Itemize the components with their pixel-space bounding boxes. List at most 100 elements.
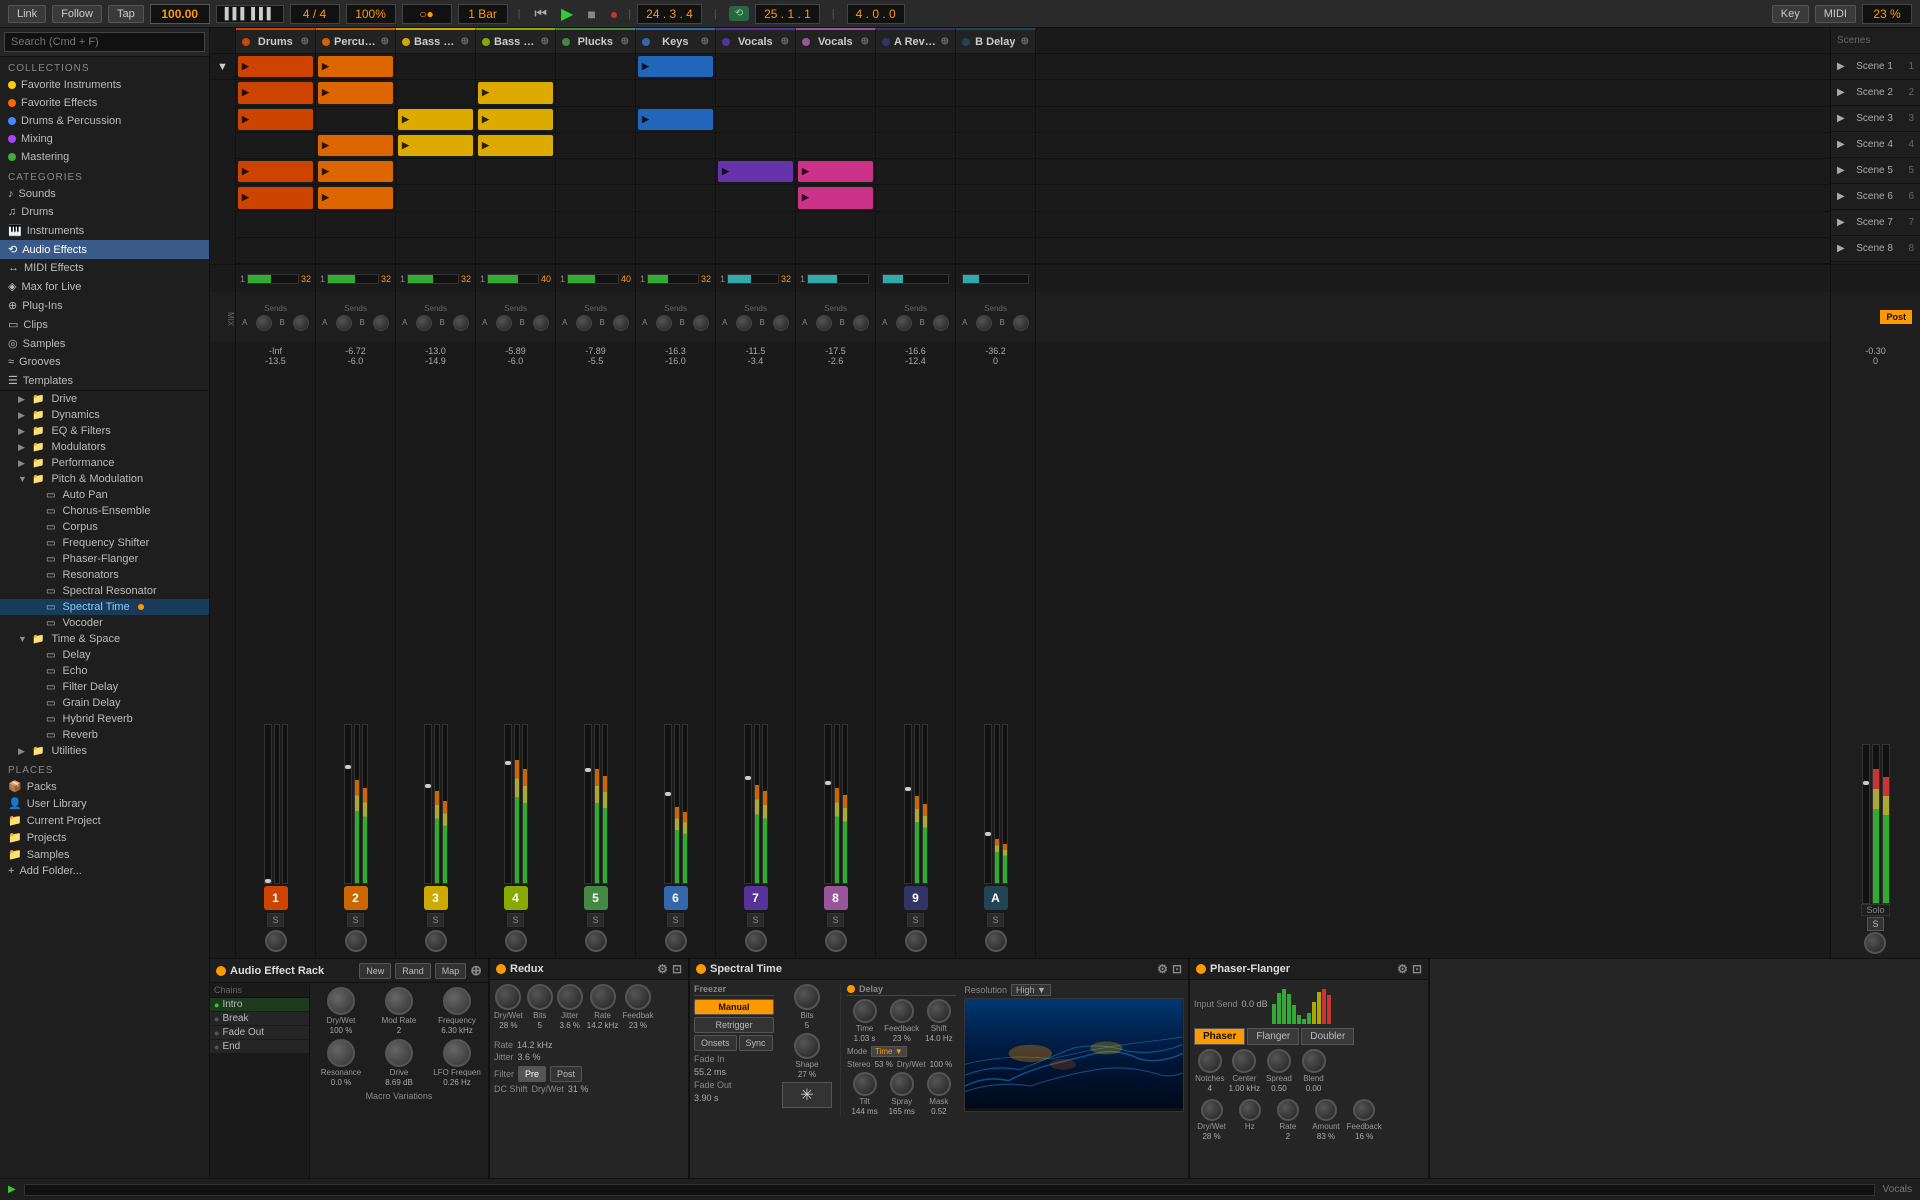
clip-cell[interactable] (796, 212, 876, 237)
redux-settings[interactable]: ⚙ (657, 962, 668, 976)
fader-area-3[interactable] (478, 368, 553, 884)
solo-button-4[interactable]: S (587, 913, 603, 927)
tree-item-filter-delay[interactable]: ▭Filter Delay (0, 679, 209, 695)
redux-knob-3[interactable] (590, 984, 616, 1010)
st-header[interactable]: Spectral Time ⚙ ⊡ (690, 959, 1188, 980)
redux-knob-1[interactable] (527, 984, 553, 1010)
place-item-packs[interactable]: 📦Packs (0, 778, 209, 795)
chain-item-fadeout[interactable]: ● Fade Out (210, 1026, 309, 1040)
tree-item-eq-&-filters[interactable]: ▶📁EQ & Filters (0, 423, 209, 439)
clip-cell[interactable] (396, 54, 476, 79)
bpm-display[interactable]: 100.00 (150, 4, 210, 24)
pan-knob-4[interactable] (585, 930, 607, 952)
clip-cell[interactable] (876, 80, 956, 105)
fader-area-1[interactable] (318, 368, 393, 884)
macro-knob-4[interactable] (385, 1039, 413, 1067)
place-item-samples[interactable]: 📁Samples (0, 846, 209, 863)
pf-spread-knob[interactable] (1267, 1049, 1291, 1073)
pan-knob-5[interactable] (665, 930, 687, 952)
clip-cell[interactable] (556, 159, 636, 184)
send-b-knob[interactable] (613, 315, 629, 331)
pf-hz-knob[interactable] (1239, 1099, 1261, 1121)
clip-cell[interactable] (396, 238, 476, 263)
strip-number-5[interactable]: 6 (664, 886, 688, 910)
tree-item-drive[interactable]: ▶📁Drive (0, 391, 209, 407)
clip-cell[interactable] (956, 54, 1036, 79)
sync-btn[interactable]: Sync (739, 1035, 773, 1051)
clip-cell[interactable] (716, 107, 796, 132)
pan-knob-0[interactable] (265, 930, 287, 952)
strip-number-7[interactable]: 8 (824, 886, 848, 910)
pan-knob-2[interactable] (425, 930, 447, 952)
master-s-btn[interactable]: S (1867, 917, 1883, 931)
st-close[interactable]: ⊡ (1172, 962, 1182, 976)
clip-cell[interactable] (556, 54, 636, 79)
clip-cell[interactable] (476, 238, 556, 263)
clip-cell[interactable] (556, 185, 636, 210)
scene-item-1[interactable]: ▶ Scene 22 (1831, 80, 1920, 106)
clip-cell[interactable] (716, 212, 796, 237)
clip-cell[interactable] (876, 133, 956, 158)
clip-cell[interactable]: ▶ (636, 54, 716, 79)
clip-cell[interactable]: ▶ (476, 107, 556, 132)
clip-cell[interactable]: ▶ (316, 185, 396, 210)
track-header-bass-hits-2[interactable]: Bass Hits⊕ (396, 28, 476, 53)
track-header-vocals-7[interactable]: Vocals⊕ (796, 28, 876, 53)
master-fader-area[interactable] (1862, 368, 1890, 904)
clip-cell[interactable] (956, 238, 1036, 263)
resolution-select[interactable]: High ▼ (1011, 984, 1051, 996)
bits-knob[interactable] (794, 984, 820, 1010)
send-b-knob[interactable] (933, 315, 949, 331)
category-item-max-for-live[interactable]: ◈Max for Live (0, 277, 209, 296)
tree-item-spectral-time[interactable]: ▭Spectral Time (0, 599, 209, 615)
pan-knob-7[interactable] (825, 930, 847, 952)
tree-item-delay[interactable]: ▭Delay (0, 647, 209, 663)
play-icon[interactable]: ▶ (8, 1184, 16, 1195)
solo-button-3[interactable]: S (507, 913, 523, 927)
pf-amount-knob[interactable] (1315, 1099, 1337, 1121)
clip-cell[interactable]: ▶ (796, 185, 876, 210)
track-header-plucks-4[interactable]: Plucks⊕ (556, 28, 636, 53)
clip-cell[interactable] (556, 212, 636, 237)
solo-button-7[interactable]: S (827, 913, 843, 927)
clip-cell[interactable]: ▶ (316, 133, 396, 158)
clip-cell[interactable] (796, 238, 876, 263)
freeze-star-btn[interactable]: ✳ (782, 1082, 832, 1108)
send-b-knob[interactable] (293, 315, 309, 331)
send-b-knob[interactable] (533, 315, 549, 331)
chain-item-intro[interactable]: ● Intro (210, 998, 309, 1012)
back-button[interactable]: ⏮ (530, 3, 551, 24)
category-item-drums[interactable]: ♫Drums (0, 203, 209, 221)
tree-item-corpus[interactable]: ▭Corpus (0, 519, 209, 535)
clip-cell[interactable] (716, 133, 796, 158)
send-a-knob[interactable] (736, 315, 752, 331)
send-b-knob[interactable] (373, 315, 389, 331)
clip-cell[interactable] (396, 185, 476, 210)
scene-item-4[interactable]: ▶ Scene 55 (1831, 158, 1920, 184)
scene-item-2[interactable]: ▶ Scene 33 (1831, 106, 1920, 132)
clip-cell[interactable] (796, 80, 876, 105)
send-a-knob[interactable] (496, 315, 512, 331)
macro-knob-0[interactable] (327, 987, 355, 1015)
link-button[interactable]: Link (8, 5, 46, 23)
chain-item-end[interactable]: ● End (210, 1040, 309, 1054)
clip-cell[interactable] (396, 212, 476, 237)
fader-area-6[interactable] (718, 368, 793, 884)
manual-btn[interactable]: Manual (694, 999, 774, 1015)
clip-cell[interactable] (316, 238, 396, 263)
clip-cell[interactable]: ▶ (396, 107, 476, 132)
search-input[interactable] (4, 32, 205, 52)
scene-item-6[interactable]: ▶ Scene 77 (1831, 210, 1920, 236)
delay-feedback-knob[interactable] (890, 999, 914, 1023)
strip-number-2[interactable]: 3 (424, 886, 448, 910)
track-header-percussion-1[interactable]: Percussion⊕ (316, 28, 396, 53)
track-header-bass-main-3[interactable]: Bass Main⊕ (476, 28, 556, 53)
tree-item-pitch-&-modulation[interactable]: ▼📁Pitch & Modulation (0, 471, 209, 487)
send-a-knob[interactable] (336, 315, 352, 331)
redux-post-btn[interactable]: Post (550, 1066, 582, 1082)
fader-area-8[interactable] (878, 368, 953, 884)
clip-cell[interactable] (716, 80, 796, 105)
pf-center-knob[interactable] (1232, 1049, 1256, 1073)
strip-number-6[interactable]: 7 (744, 886, 768, 910)
send-b-knob[interactable] (853, 315, 869, 331)
